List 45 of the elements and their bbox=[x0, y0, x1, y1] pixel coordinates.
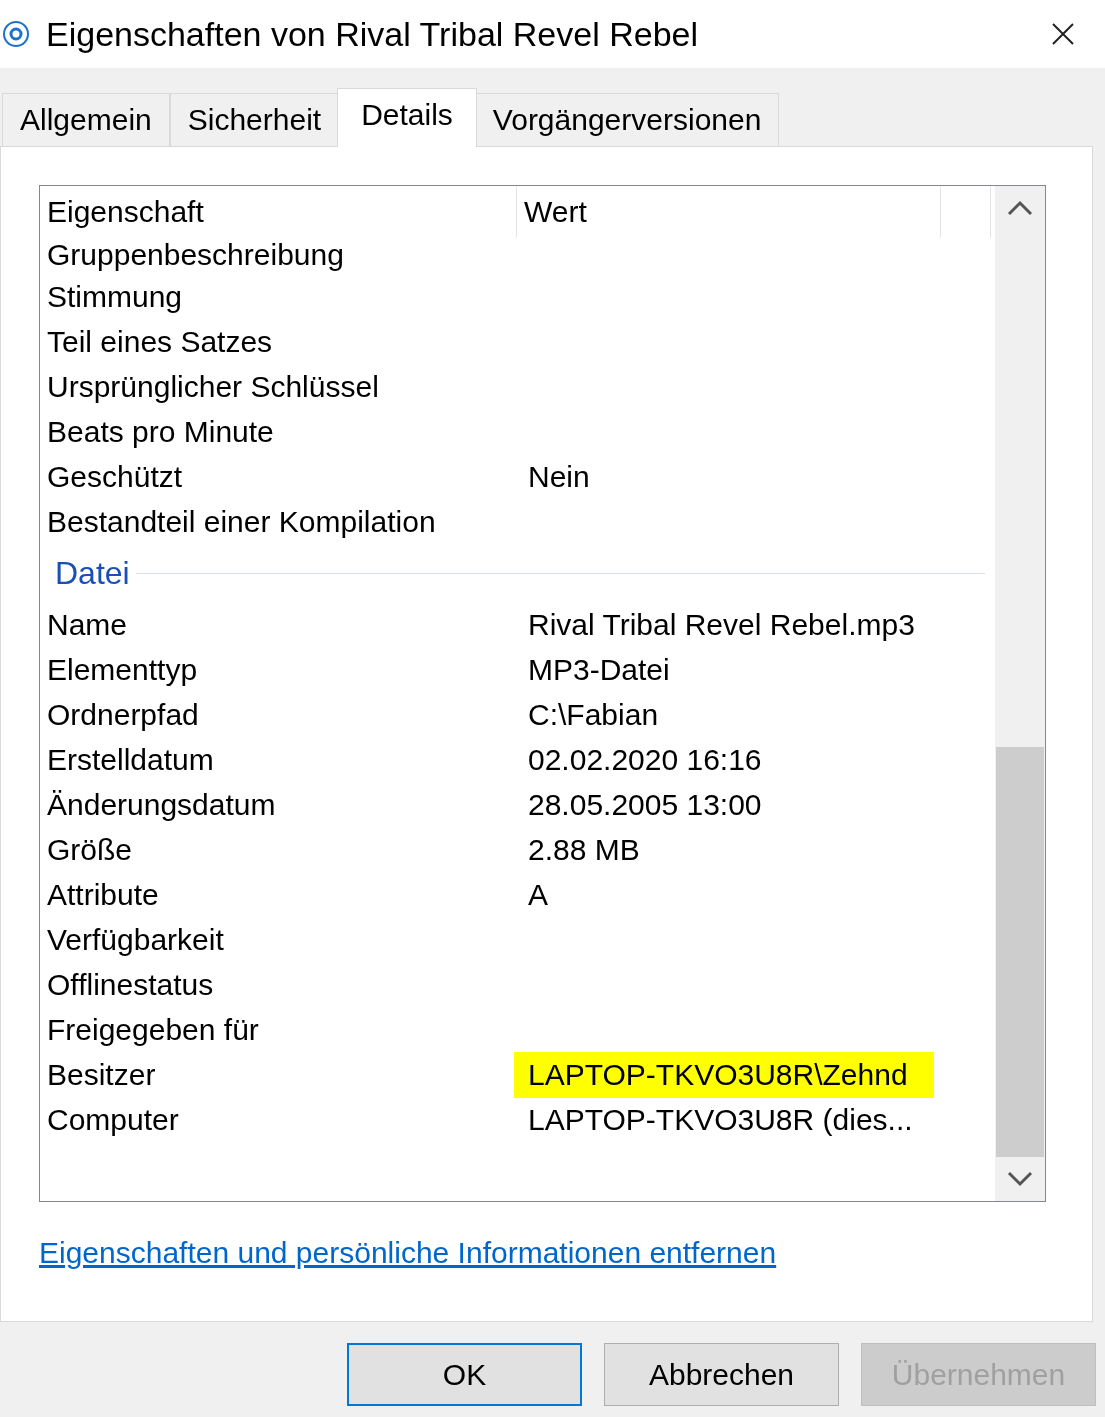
property-name: Beats pro Minute bbox=[46, 414, 275, 449]
group-heading: Datei bbox=[54, 554, 131, 592]
property-value: Nein bbox=[527, 459, 591, 494]
property-value: Rival Tribal Revel Rebel.mp3 bbox=[527, 607, 916, 642]
scrollbar[interactable] bbox=[995, 186, 1045, 1201]
property-name: Größe bbox=[46, 832, 134, 867]
property-name: Ordnerpfad bbox=[46, 697, 200, 732]
property-value: 28.05.2005 13:00 bbox=[527, 787, 763, 822]
property-value: C:\Fabian bbox=[527, 697, 660, 732]
property-value: LAPTOP-TKVO3U8R (dies... bbox=[527, 1102, 914, 1137]
property-name: Geschützt bbox=[46, 459, 184, 494]
tab[interactable]: Details bbox=[337, 88, 477, 147]
dialog-button[interactable]: OK bbox=[347, 1343, 582, 1406]
property-name: Verfügbarkeit bbox=[46, 922, 225, 957]
property-value: LAPTOP-TKVO3U8R\Zehnd bbox=[514, 1051, 934, 1098]
column-header[interactable]: Eigenschaft bbox=[40, 186, 517, 238]
property-name: Elementtyp bbox=[46, 652, 199, 687]
property-name: Bestandteil einer Kompilation bbox=[46, 504, 437, 539]
tab[interactable]: Sicherheit bbox=[169, 93, 340, 146]
property-value: MP3-Datei bbox=[527, 652, 671, 687]
column-header[interactable]: Wert bbox=[517, 186, 941, 238]
dialog-button[interactable]: Abbrechen bbox=[604, 1343, 839, 1406]
property-name: Stimmung bbox=[46, 279, 184, 314]
property-value: 2.88 MB bbox=[527, 832, 641, 867]
tab[interactable]: Allgemein bbox=[2, 93, 170, 146]
property-value: 02.02.2020 16:16 bbox=[527, 742, 763, 777]
property-name: Offlinestatus bbox=[46, 967, 215, 1002]
property-name: Gruppenbeschreibung bbox=[46, 238, 345, 272]
property-name: Computer bbox=[46, 1102, 180, 1137]
property-name: Änderungsdatum bbox=[46, 787, 277, 822]
property-value: A bbox=[527, 877, 549, 912]
window-title: Eigenschaften von Rival Tribal Revel Rebel bbox=[46, 14, 699, 54]
scroll-down-icon[interactable] bbox=[1007, 1171, 1033, 1187]
property-name: Name bbox=[46, 607, 129, 642]
remove-properties-link[interactable]: Eigenschaften und persönliche Informationen entfernen bbox=[39, 1236, 777, 1270]
tab[interactable]: Vorgängerversionen bbox=[474, 93, 780, 146]
property-name: Erstelldatum bbox=[46, 742, 215, 777]
scrollbar-thumb[interactable] bbox=[996, 747, 1044, 1157]
scroll-up-icon[interactable] bbox=[1007, 200, 1033, 216]
close-icon[interactable] bbox=[1052, 23, 1074, 45]
property-name: Freigegeben für bbox=[46, 1012, 260, 1047]
property-name: Teil eines Satzes bbox=[46, 324, 274, 359]
property-name: Besitzer bbox=[46, 1057, 157, 1092]
property-name: Attribute bbox=[46, 877, 160, 912]
property-name: Ursprünglicher Schlüssel bbox=[46, 369, 380, 404]
